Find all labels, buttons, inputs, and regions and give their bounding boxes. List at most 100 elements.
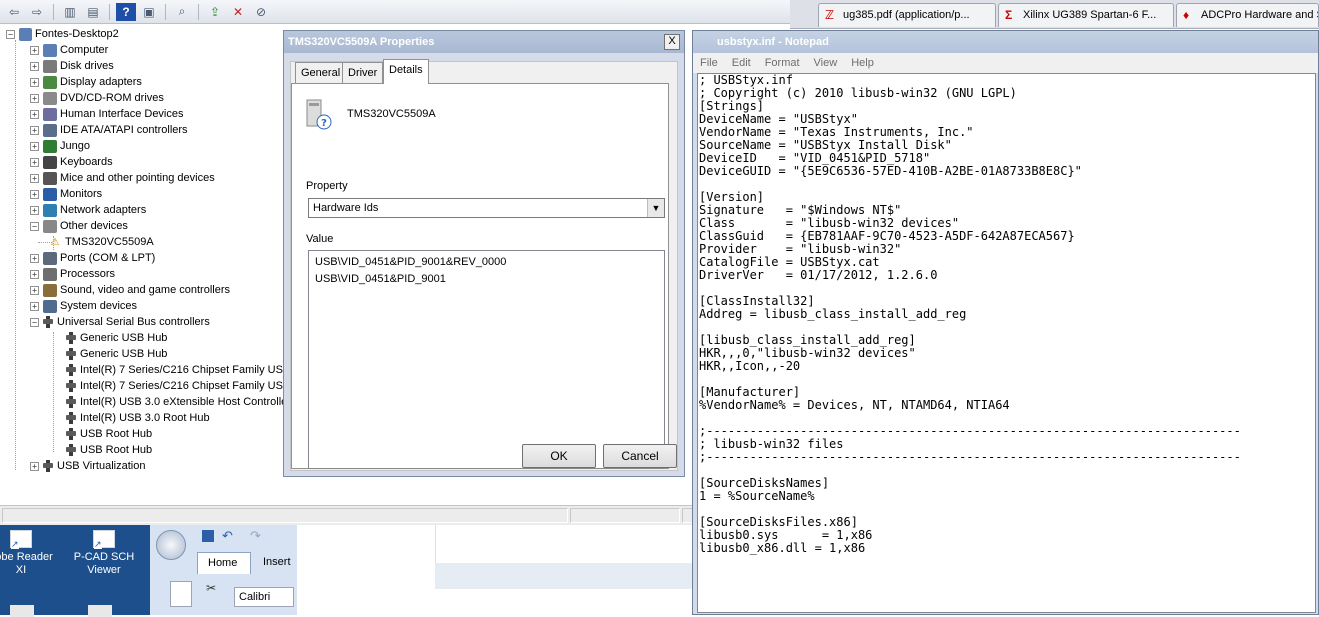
expand-icon[interactable]: + — [30, 285, 39, 295]
forward-arrow-icon[interactable]: ⇨ — [27, 3, 47, 21]
expand-icon[interactable]: + — [30, 461, 39, 471]
browser-tab[interactable]: Ʃ Xilinx UG389 Spartan-6 F... — [998, 3, 1174, 27]
tab-insert[interactable]: Insert — [263, 556, 291, 568]
scan-hardware-icon[interactable]: ⌕ — [172, 3, 192, 21]
expand-icon[interactable]: + — [30, 61, 39, 71]
tree-item-category[interactable]: + Sound, video and game controllers — [30, 282, 230, 298]
tree-item-label: USB Root Hub — [80, 444, 153, 456]
show-hide-console-tree-icon[interactable]: ▥ — [60, 3, 80, 21]
paste-icon[interactable] — [170, 581, 192, 607]
tree-item-category[interactable]: + Monitors — [30, 186, 102, 202]
expand-icon[interactable]: + — [30, 77, 39, 87]
chevron-down-icon[interactable]: ▼ — [647, 199, 664, 217]
tree-item-label: TMS320VC5509A — [65, 236, 154, 248]
tree-item-tms320vc5509a[interactable]: ⚠ TMS320VC5509A — [38, 234, 154, 250]
tree-root[interactable]: − Fontes-Desktop2 — [6, 26, 119, 42]
expand-icon[interactable]: + — [30, 109, 39, 119]
value-item[interactable]: USB\VID_0451&PID_9001 — [315, 271, 658, 288]
ok-button[interactable]: OK — [522, 444, 596, 468]
collapse-icon[interactable]: − — [30, 221, 39, 231]
tree-item-label: USB Virtualization — [57, 460, 146, 472]
toolbar-separator — [165, 3, 166, 20]
font-box[interactable]: Calibri — [234, 587, 294, 607]
cancel-button[interactable]: Cancel — [603, 444, 677, 468]
browser-tab[interactable]: ℤ ug385.pdf (application/p... — [818, 3, 996, 27]
disable-device-icon[interactable]: ⊘ — [251, 3, 271, 21]
menu-view[interactable]: View — [807, 57, 845, 69]
value-list[interactable]: USB\VID_0451&PID_9001&REV_0000 USB\VID_0… — [308, 250, 665, 469]
uninstall-icon[interactable]: ✕ — [228, 3, 248, 21]
help-icon[interactable]: ? — [116, 2, 136, 21]
save-icon[interactable] — [202, 530, 214, 542]
properties-icon[interactable]: ▤ — [83, 3, 103, 21]
tree-item-usb-device[interactable]: Intel(R) USB 3.0 eXtensible Host Control… — [66, 394, 287, 410]
expand-icon[interactable]: + — [30, 173, 39, 183]
browser-tab[interactable]: ♦ ADCPro Hardware and S... — [1176, 3, 1319, 27]
close-icon[interactable]: X — [664, 34, 680, 50]
port-icon — [43, 251, 57, 265]
property-dropdown[interactable]: Hardware Ids ▼ — [308, 198, 665, 218]
tab-home[interactable]: Home — [197, 552, 251, 574]
tree-item-category[interactable]: + Display adapters — [30, 74, 142, 90]
tree-item-category[interactable]: + IDE ATA/ATAPI controllers — [30, 122, 188, 138]
value-item[interactable]: USB\VID_0451&PID_9001&REV_0000 — [315, 254, 658, 271]
tab-driver[interactable]: Driver — [342, 62, 384, 83]
cut-icon[interactable]: ✂ — [206, 581, 216, 595]
tree-item-category[interactable]: + Keyboards — [30, 154, 113, 170]
back-arrow-icon[interactable]: ⇦ — [4, 3, 24, 21]
tree-item-category[interactable]: − Other devices — [30, 218, 128, 234]
expand-icon[interactable]: + — [30, 301, 39, 311]
desktop-icon-pcad-sch-viewer[interactable]: P-CAD SCH Viewer — [69, 528, 139, 577]
outlook-window: ↶ ↷ Home Insert ✂ Calibri — [150, 525, 297, 615]
expand-icon[interactable]: + — [30, 141, 39, 151]
redo-icon[interactable]: ↷ — [250, 528, 261, 544]
tree-item-category[interactable]: − Universal Serial Bus controllers — [30, 314, 210, 330]
tree-item-usb-device[interactable]: Intel(R) 7 Series/C216 Chipset Family US… — [66, 362, 290, 378]
action-pane-icon[interactable]: ▣ — [139, 3, 159, 21]
tree-item-usb-device[interactable]: USB Root Hub — [66, 442, 152, 458]
expand-icon[interactable]: + — [30, 93, 39, 103]
tree-item-category[interactable]: + Network adapters — [30, 202, 146, 218]
tree-item-category[interactable]: + DVD/CD-ROM drives — [30, 90, 164, 106]
expand-icon[interactable]: + — [30, 157, 39, 167]
tree-line — [53, 332, 54, 452]
tree-item-category[interactable]: + Ports (COM & LPT) — [30, 250, 155, 266]
tree-item-label: Network adapters — [60, 204, 147, 216]
tree-item-usb-device[interactable]: Intel(R) 7 Series/C216 Chipset Family US… — [66, 378, 290, 394]
tree-item-usb-virtualization[interactable]: + USB Virtualization — [30, 458, 145, 474]
device-tree: − Fontes-Desktop2 + Computer + Disk drives +… — [0, 26, 290, 506]
tree-item-category[interactable]: + System devices — [30, 298, 137, 314]
desktop-icon-label: dobe Reader XI — [0, 551, 53, 576]
tree-item-usb-device[interactable]: USB Root Hub — [66, 426, 152, 442]
tab-general[interactable]: General — [295, 62, 347, 83]
tree-item-category[interactable]: + Disk drives — [30, 58, 114, 74]
tree-item-usb-device[interactable]: Generic USB Hub — [66, 330, 167, 346]
tree-item-category[interactable]: + Jungo — [30, 138, 90, 154]
tab-details[interactable]: Details — [383, 59, 429, 84]
collapse-icon[interactable]: − — [30, 317, 39, 327]
menu-file[interactable]: File — [693, 57, 725, 69]
update-driver-icon[interactable]: ⇪ — [205, 3, 225, 21]
tree-item-usb-device[interactable]: Generic USB Hub — [66, 346, 167, 362]
collapse-icon[interactable]: − — [6, 29, 15, 39]
menu-help[interactable]: Help — [844, 57, 881, 69]
expand-icon[interactable]: + — [30, 205, 39, 215]
tree-item-usb-device[interactable]: Intel(R) USB 3.0 Root Hub — [66, 410, 210, 426]
expand-icon[interactable]: + — [30, 45, 39, 55]
notepad-text-area[interactable]: ; USBStyx.inf ; Copyright (c) 2010 libus… — [697, 73, 1316, 613]
menu-format[interactable]: Format — [758, 57, 807, 69]
undo-icon[interactable]: ↶ — [222, 528, 233, 544]
expand-icon[interactable]: + — [30, 125, 39, 135]
notepad-window: usbstyx.inf - Notepad File Edit Format V… — [692, 30, 1319, 615]
expand-icon[interactable]: + — [30, 269, 39, 279]
tree-item-category[interactable]: + Human Interface Devices — [30, 106, 184, 122]
toolbar-separator — [109, 3, 110, 20]
office-orb-icon[interactable] — [156, 530, 186, 560]
tree-item-category[interactable]: + Mice and other pointing devices — [30, 170, 215, 186]
desktop-icon-adobe-reader[interactable]: dobe Reader XI — [0, 528, 56, 577]
expand-icon[interactable]: + — [30, 253, 39, 263]
menu-edit[interactable]: Edit — [725, 57, 758, 69]
tree-item-category[interactable]: + Processors — [30, 266, 115, 282]
tree-item-category[interactable]: + Computer — [30, 42, 108, 58]
expand-icon[interactable]: + — [30, 189, 39, 199]
